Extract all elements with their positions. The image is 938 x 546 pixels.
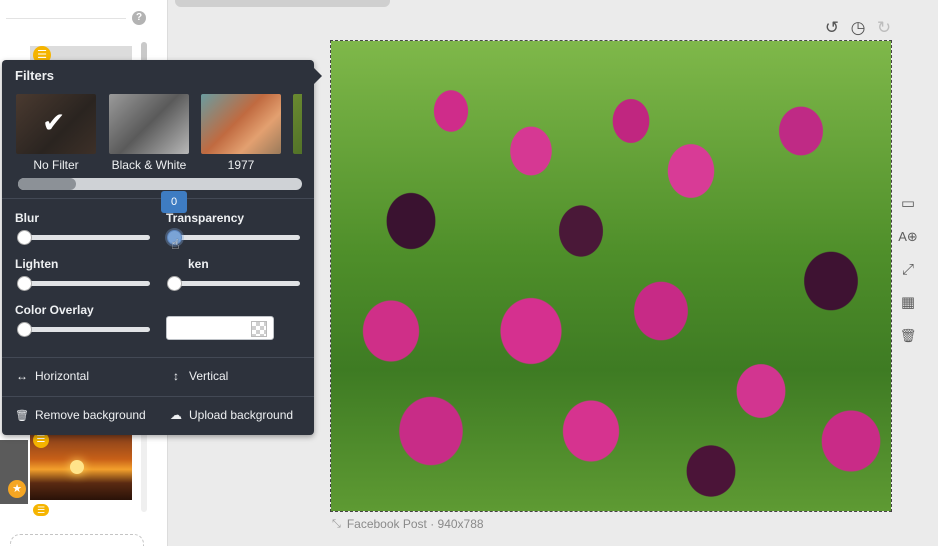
blur-slider[interactable]	[17, 230, 150, 245]
filter-name: 1977	[227, 158, 255, 172]
history-icon[interactable]: ◷	[848, 18, 868, 38]
trash-icon[interactable]: 🗑	[898, 326, 918, 346]
filter-scrollbar[interactable]	[18, 178, 302, 190]
upload-background-label: Upload background	[189, 408, 294, 422]
design-artboard[interactable]	[330, 40, 892, 512]
lighten-slider[interactable]	[17, 276, 150, 291]
transparent-swatch-icon[interactable]	[251, 321, 267, 337]
slider-track[interactable]	[168, 235, 300, 240]
hand-cursor-icon: ☝	[171, 236, 180, 252]
remove-background-label: Remove background	[35, 408, 146, 422]
slider-knob[interactable]	[17, 322, 32, 337]
arrows-horizontal-icon: ↔	[16, 369, 28, 383]
filter-thumbnail[interactable]	[293, 94, 302, 154]
cloud-upload-icon: ☁	[170, 408, 182, 422]
flip-horizontal-button[interactable]: ↔ Horizontal	[15, 369, 89, 383]
upload-background-button[interactable]: ☁ Upload background	[169, 408, 293, 422]
tulip-photo[interactable]	[331, 41, 891, 511]
slider-value-tooltip: 0	[161, 191, 187, 213]
sidebar-divider	[6, 18, 126, 19]
filter-name: No Filter	[33, 158, 79, 172]
filters-panel: Filters ✔ No Filter Black & White 1977 B…	[2, 60, 322, 435]
color-overlay-input[interactable]	[166, 316, 274, 340]
filter-no-filter[interactable]: ✔ No Filter	[16, 94, 96, 172]
filter-name: Black & White	[111, 158, 187, 172]
filter-black-white[interactable]: Black & White	[109, 94, 189, 172]
flip-horizontal-label: Horizontal	[35, 369, 90, 383]
slider-knob[interactable]	[167, 276, 182, 291]
flip-vertical-button[interactable]: ↕ Vertical	[169, 369, 228, 383]
filter-carousel: ✔ No Filter Black & White 1977	[16, 94, 302, 174]
filter-1977[interactable]: 1977	[201, 94, 281, 172]
slider-track[interactable]	[18, 235, 150, 240]
divider	[2, 198, 314, 199]
canvas-size-label: Facebook Post · 940x788	[346, 517, 484, 531]
darken-slider[interactable]	[167, 276, 300, 291]
lighten-label: Lighten	[15, 257, 59, 271]
blur-label: Blur	[15, 211, 39, 225]
panel-pointer	[314, 68, 322, 84]
color-overlay-slider[interactable]	[17, 322, 150, 337]
top-toolbar-strip	[175, 0, 390, 7]
panel-title: Filters	[15, 68, 55, 83]
element-tools: ▭ A⊕ ⤢ ▦ 🗑	[898, 194, 918, 346]
slider-knob[interactable]	[17, 276, 32, 291]
grid-icon[interactable]: ▦	[898, 293, 918, 313]
canvas-size-caption: ⤡ Facebook Post · 940x788	[332, 517, 484, 531]
redo-icon[interactable]: ↻	[874, 18, 894, 38]
add-text-icon[interactable]: A⊕	[898, 227, 918, 247]
filter-thumbnail[interactable]	[109, 94, 189, 154]
undo-icon[interactable]: ↺	[822, 18, 842, 38]
filter-next[interactable]	[293, 94, 302, 158]
slider-track[interactable]	[18, 327, 150, 332]
filter-thumbnail[interactable]	[201, 94, 281, 154]
slider-track[interactable]	[168, 281, 300, 286]
slider-knob[interactable]	[17, 230, 32, 245]
star-icon: ★	[8, 480, 26, 498]
filter-scrollbar-thumb[interactable]	[18, 178, 76, 190]
page-icon[interactable]: ▭	[898, 194, 918, 214]
transparency-label: Transparency	[166, 211, 245, 225]
flip-vertical-label: Vertical	[189, 369, 229, 383]
arrows-vertical-icon: ↕	[173, 369, 179, 383]
resize-icon: ⤡	[332, 517, 341, 530]
color-overlay-label: Color Overlay	[15, 303, 94, 317]
darken-label: ken	[188, 257, 209, 271]
divider	[2, 396, 314, 397]
list-badge-icon: ☰	[33, 504, 49, 516]
checkmark-icon: ✔	[42, 107, 66, 138]
fullscreen-icon[interactable]: ⤢	[898, 260, 918, 280]
slider-track[interactable]	[18, 281, 150, 286]
transparency-slider[interactable]	[167, 230, 300, 245]
trash-icon: 🗑	[15, 409, 29, 422]
history-controls: ↺ ◷ ↻	[822, 18, 894, 38]
remove-background-button[interactable]: 🗑 Remove background	[15, 408, 146, 422]
help-icon[interactable]: ?	[132, 11, 146, 25]
upload-dropzone[interactable]	[10, 534, 144, 546]
divider	[2, 357, 314, 358]
filter-thumbnail[interactable]: ✔	[16, 94, 96, 154]
